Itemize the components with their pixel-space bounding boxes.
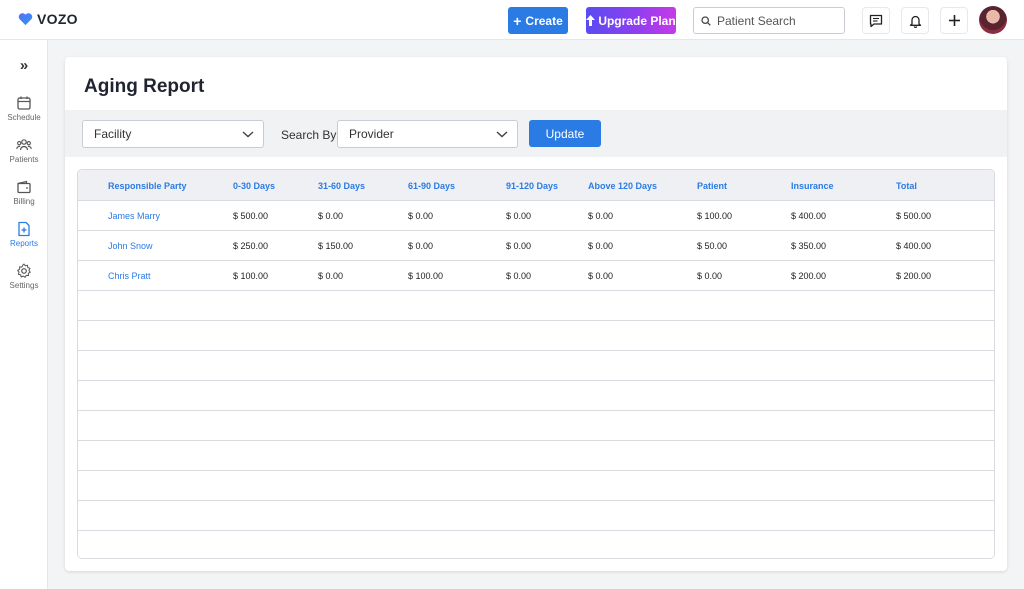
cell-above-120-days: $ 0.00: [588, 271, 614, 281]
cell-61-90-days: $ 0.00: [408, 211, 434, 221]
column-header-patient[interactable]: Patient: [697, 181, 727, 191]
column-header-91-120-days[interactable]: 91-120 Days: [506, 181, 558, 191]
cell-91-120-days: $ 0.00: [506, 271, 532, 281]
search-icon: [701, 15, 711, 26]
report-icon: [18, 221, 30, 237]
expand-sidebar-icon[interactable]: »: [0, 57, 48, 74]
cell-total: $ 200.00: [896, 271, 932, 281]
sidebar-item-schedule[interactable]: Schedule: [0, 95, 48, 122]
add-button[interactable]: [940, 7, 968, 34]
sidebar-item-reports[interactable]: Reports: [0, 221, 48, 248]
filter-bar: Facility Search By Provider Update: [65, 110, 1007, 157]
responsible-party-link[interactable]: James Marry: [108, 211, 160, 221]
cell-31-60-days: $ 150.00: [318, 241, 354, 251]
cell-91-120-days: $ 0.00: [506, 211, 532, 221]
facility-select-value: Facility: [94, 127, 132, 141]
responsible-party-link[interactable]: John Snow: [108, 241, 153, 251]
plus-icon: +: [513, 12, 522, 29]
empty-table-row: [78, 411, 994, 441]
column-header-above-120-days[interactable]: Above 120 Days: [588, 181, 657, 191]
cell-above-120-days: $ 0.00: [588, 241, 614, 251]
sidebar-item-label: Patients: [9, 155, 39, 164]
cell-patient: $ 100.00: [697, 211, 733, 221]
search-by-label: Search By: [281, 128, 337, 142]
table-row[interactable]: James Marry $ 500.00 $ 0.00 $ 0.00 $ 0.0…: [78, 201, 994, 231]
plus-icon: [948, 15, 960, 26]
table-row[interactable]: Chris Pratt $ 100.00 $ 0.00 $ 100.00 $ 0…: [78, 261, 994, 291]
cell-total: $ 400.00: [896, 241, 932, 251]
empty-table-row: [78, 321, 994, 351]
empty-table-row: [78, 351, 994, 381]
column-header-insurance[interactable]: Insurance: [791, 181, 834, 191]
upgrade-label: Upgrade Plan: [598, 13, 676, 28]
facility-select[interactable]: Facility: [82, 120, 264, 148]
notifications-button[interactable]: [901, 7, 929, 34]
table-header: Responsible Party 0-30 Days 31-60 Days 6…: [78, 170, 994, 201]
table-row[interactable]: John Snow $ 250.00 $ 150.00 $ 0.00 $ 0.0…: [78, 231, 994, 261]
responsible-party-link[interactable]: Chris Pratt: [108, 271, 151, 281]
empty-table-row: [78, 501, 994, 531]
heart-logo-icon: [18, 13, 33, 26]
cell-0-30-days: $ 500.00: [233, 211, 269, 221]
cell-91-120-days: $ 0.00: [506, 241, 532, 251]
cell-insurance: $ 350.00: [791, 241, 827, 251]
column-header-total[interactable]: Total: [896, 181, 917, 191]
create-button[interactable]: + Create: [508, 7, 568, 34]
chevron-down-icon: [496, 131, 508, 138]
logo[interactable]: VOZO: [18, 11, 78, 27]
empty-table-row: [78, 471, 994, 501]
sidebar-item-patients[interactable]: Patients: [0, 137, 48, 164]
empty-table-row: [78, 441, 994, 471]
cell-total: $ 500.00: [896, 211, 932, 221]
cell-0-30-days: $ 250.00: [233, 241, 269, 251]
sidebar-item-label: Schedule: [7, 113, 41, 122]
patient-search[interactable]: [693, 7, 845, 34]
report-card: Aging Report Facility Search By Provider…: [65, 57, 1007, 571]
patient-search-input[interactable]: [717, 13, 837, 28]
avatar[interactable]: [979, 6, 1007, 34]
sidebar-item-settings[interactable]: Settings: [0, 263, 48, 290]
cell-insurance: $ 200.00: [791, 271, 827, 281]
sidebar-item-label: Settings: [9, 281, 39, 290]
provider-select-value: Provider: [349, 127, 394, 141]
create-label: Create: [525, 13, 563, 28]
sidebar-item-label: Billing: [13, 197, 35, 206]
calendar-icon: [17, 96, 31, 110]
provider-select[interactable]: Provider: [337, 120, 518, 148]
column-header-61-90-days[interactable]: 61-90 Days: [408, 181, 455, 191]
cell-above-120-days: $ 0.00: [588, 211, 614, 221]
aging-report-table: Responsible Party 0-30 Days 31-60 Days 6…: [77, 169, 995, 559]
chat-icon: [869, 14, 883, 27]
update-button[interactable]: Update: [529, 120, 601, 147]
top-bar: VOZO + Create Upgrade Plan: [0, 0, 1024, 40]
sidebar: » Schedule Patients Billing Reports Sett…: [0, 40, 48, 589]
cell-31-60-days: $ 0.00: [318, 211, 344, 221]
chevron-down-icon: [242, 131, 254, 138]
brand-name: VOZO: [37, 11, 78, 27]
page-title: Aging Report: [84, 76, 205, 97]
sidebar-item-label: Reports: [9, 239, 38, 248]
sidebar-item-billing[interactable]: Billing: [0, 179, 48, 206]
cell-61-90-days: $ 0.00: [408, 241, 434, 251]
cell-31-60-days: $ 0.00: [318, 271, 344, 281]
wallet-icon: [17, 180, 31, 194]
cell-patient: $ 50.00: [697, 241, 728, 251]
users-icon: [16, 139, 32, 151]
empty-table-row: [78, 381, 994, 411]
bell-icon: [909, 15, 921, 28]
arrow-up-icon: [586, 15, 596, 26]
column-header-31-60-days[interactable]: 31-60 Days: [318, 181, 365, 191]
gear-icon: [17, 263, 31, 278]
column-header-0-30-days[interactable]: 0-30 Days: [233, 181, 275, 191]
cell-patient: $ 0.00: [697, 271, 723, 281]
cell-insurance: $ 400.00: [791, 211, 827, 221]
empty-table-row: [78, 291, 994, 321]
cell-61-90-days: $ 100.00: [408, 271, 444, 281]
empty-table-row: [78, 531, 994, 558]
cell-0-30-days: $ 100.00: [233, 271, 269, 281]
upgrade-plan-button[interactable]: Upgrade Plan: [586, 7, 676, 34]
messages-button[interactable]: [862, 7, 890, 34]
column-header-responsible-party[interactable]: Responsible Party: [108, 181, 187, 191]
